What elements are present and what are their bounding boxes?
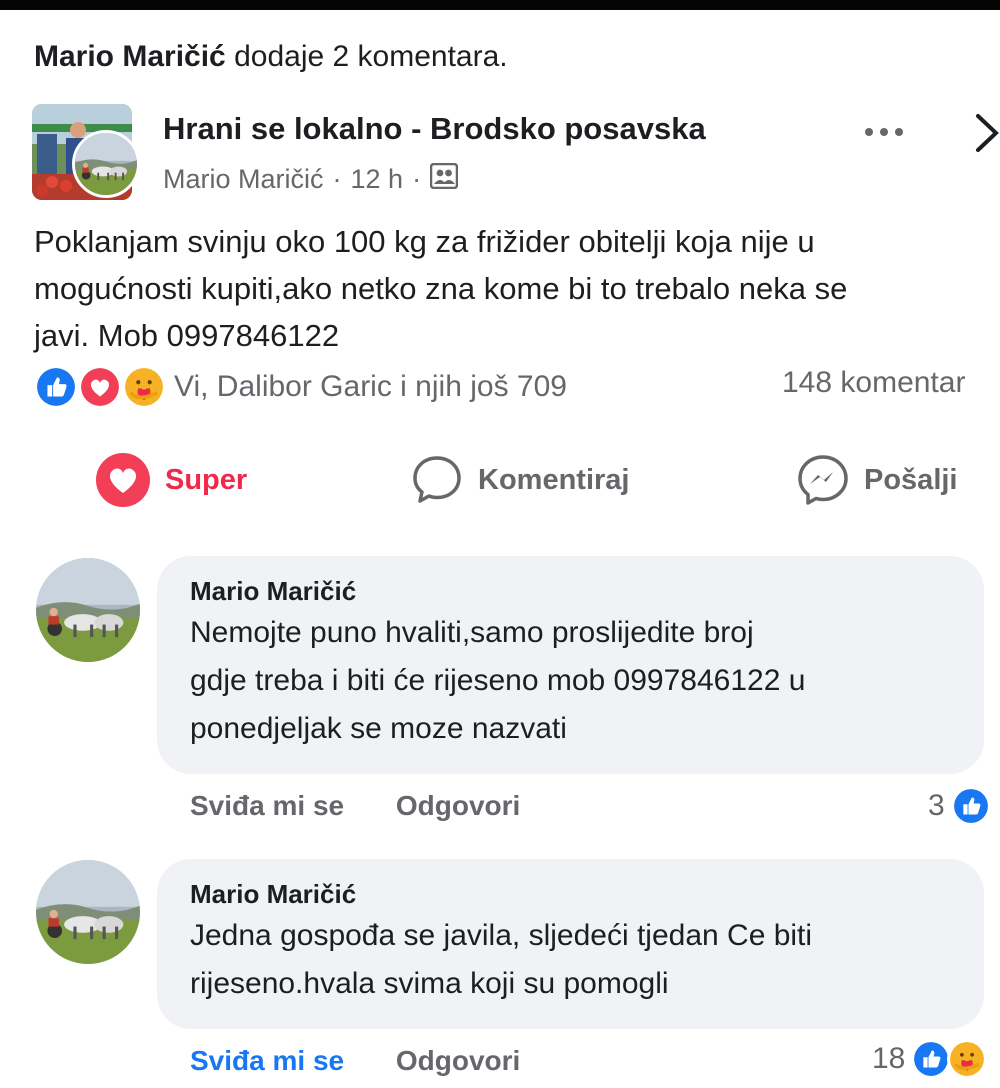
comment-author[interactable]: Mario Maričić: [190, 576, 952, 607]
comment-icon: [413, 456, 461, 503]
more-dot-icon: [895, 128, 903, 136]
meta-separator: ·: [412, 164, 422, 194]
post-author-avatar[interactable]: [72, 130, 140, 198]
chevron-right-icon[interactable]: [972, 112, 1000, 154]
more-options-button[interactable]: [858, 114, 910, 150]
post-meta: Mario Maričić · 12 h ·: [163, 162, 459, 196]
love-icon: [78, 365, 122, 409]
comment-reaction-count: 3: [928, 789, 945, 822]
post-author[interactable]: Mario Maričić: [163, 164, 324, 195]
reaction-icons: [911, 1039, 991, 1079]
comment-text: Jedna gospođa se javila, sljedeći tjedan…: [190, 919, 813, 1000]
send-button[interactable]: Pošalji: [796, 450, 958, 510]
comment-author[interactable]: Mario Maričić: [190, 879, 952, 910]
more-dot-icon: [865, 128, 873, 136]
activity-header: Mario Maričić dodaje 2 komentara.: [34, 40, 508, 74]
comment-button[interactable]: Komentiraj: [410, 450, 629, 510]
activity-text: dodaje 2 komentara.: [234, 40, 508, 73]
comment-actions: Sviđa mi se Odgovori: [190, 790, 520, 822]
like-icon: [911, 1039, 952, 1079]
post-text: Poklanjam svinju oko 100 kg za frižider …: [34, 224, 848, 353]
comment-bubble: Mario Maričić Jedna gospođa se javila, s…: [157, 859, 984, 1029]
comment-reactions[interactable]: 18: [872, 1039, 991, 1079]
comment-author-avatar[interactable]: [36, 558, 140, 662]
comments-count[interactable]: 148 komentar: [782, 366, 965, 400]
comment-bubble: Mario Maričić Nemojte puno hvaliti,samo …: [157, 556, 984, 774]
members-icon: [429, 162, 459, 196]
love-icon: [96, 453, 150, 507]
activity-actor[interactable]: Mario Maričić: [34, 40, 226, 73]
messenger-icon: [798, 455, 848, 505]
group-name[interactable]: Hrani se lokalno - Brodsko posavska: [163, 111, 706, 147]
comment-author-avatar[interactable]: [36, 860, 140, 964]
like-icon: [34, 365, 78, 409]
like-icon: [950, 786, 991, 826]
reactions-text[interactable]: Vi, Dalibor Garic i njih još 709: [174, 370, 567, 404]
comment-reactions[interactable]: 3: [928, 786, 991, 826]
more-dot-icon: [880, 128, 888, 136]
care-icon: [947, 1039, 988, 1079]
comment-like-button[interactable]: Sviđa mi se: [190, 790, 344, 822]
super-label: Super: [165, 463, 248, 496]
comment-actions: Sviđa mi se Odgovori: [190, 1045, 520, 1077]
comment-reaction-count: 18: [872, 1042, 906, 1075]
reactions-summary[interactable]: Vi, Dalibor Garic i njih još 709: [34, 364, 567, 410]
care-icon: [122, 365, 166, 409]
comment-like-button[interactable]: Sviđa mi se: [190, 1045, 344, 1077]
super-reaction-button[interactable]: Super: [95, 450, 247, 510]
post-actions: Super Komentiraj Pošalji: [0, 450, 1000, 510]
meta-separator: ·: [332, 164, 342, 194]
status-bar: [0, 0, 1000, 10]
post-time[interactable]: 12 h: [351, 164, 404, 195]
comment-reply-button[interactable]: Odgovori: [396, 790, 520, 822]
send-label: Pošalji: [864, 463, 958, 496]
comment-reply-button[interactable]: Odgovori: [396, 1045, 520, 1077]
comment-text: Nemojte puno hvaliti,samo proslijedite b…: [190, 616, 806, 745]
comment-label: Komentiraj: [478, 463, 630, 496]
reaction-icons: [34, 365, 170, 409]
